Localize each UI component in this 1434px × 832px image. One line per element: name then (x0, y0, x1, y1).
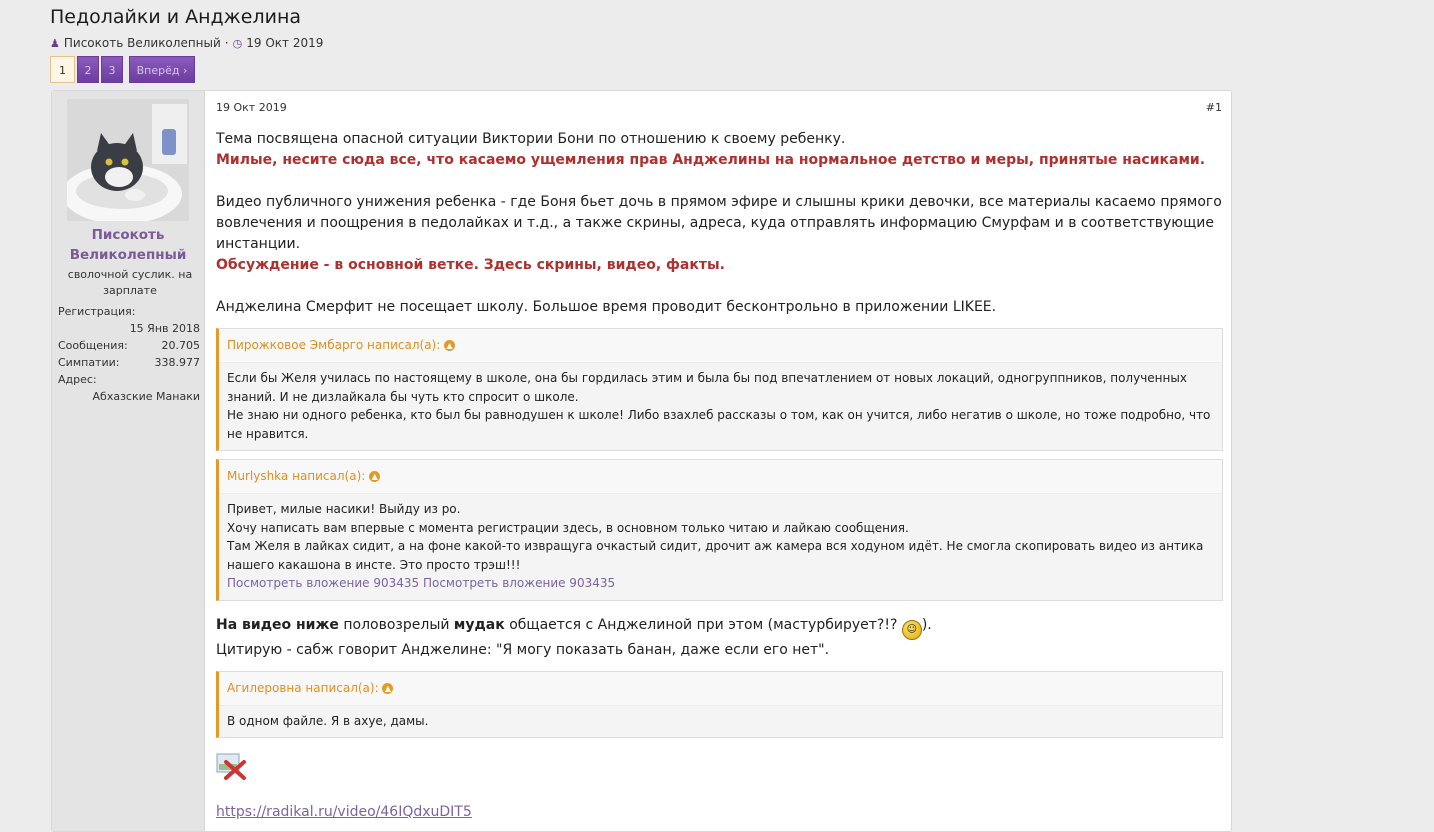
addr-value: Абхазские Манаки (92, 390, 200, 403)
cat-avatar-image (67, 99, 189, 221)
likes-row: Симпатии: 338.977 (58, 354, 200, 371)
post-date[interactable]: 19 Окт 2019 (216, 101, 287, 114)
meta-separator: · (224, 36, 229, 50)
user-title: сволочной суслик. на зарплате (67, 268, 193, 297)
quote-3-body: В одном файле. Я в ахуе, дамы. (219, 706, 1222, 738)
p4-bold-1: На видео ниже (216, 616, 339, 633)
thread-title: Педолайки и Анджелина (50, 6, 302, 28)
p4-text-3: ). (921, 616, 932, 633)
arrow-up-icon[interactable]: ▲ (382, 682, 394, 694)
page-1-button[interactable]: 1 (50, 56, 75, 83)
quote-3-line-1: В одном файле. Я в ахуе, дамы. (227, 713, 429, 728)
quote-1-header[interactable]: Пирожковое Эмбарго написал(а): ▲ (219, 329, 1222, 363)
username[interactable]: Писокоть Великолепный (52, 225, 204, 265)
post-paragraph-1-red: Милые, несите сюда все, что касаемо ущем… (216, 152, 1206, 168)
quote-1-body: Если бы Желя училась по настоящему в шко… (219, 363, 1222, 450)
post-body: Тема посвящена опасной ситуации Виктории… (216, 129, 1224, 823)
post-paragraph-5: Цитирую - сабж говорит Анджелине: "Я мог… (216, 641, 830, 658)
quote-1-author: Пирожковое Эмбарго написал(а): (227, 338, 441, 352)
smiley-icon: ☺ (901, 619, 922, 640)
quote-3-author: Агилеровна написал(а): (227, 680, 379, 695)
avatar[interactable] (67, 99, 189, 221)
quote-1-line-1: Если бы Желя училась по настоящему в шко… (227, 371, 1187, 404)
post-paragraph-1: Тема посвящена опасной ситуации Виктории… (216, 131, 846, 147)
user-icon: ♟ (50, 36, 60, 50)
post: Писокоть Великолепный сволочной суслик. … (51, 90, 1232, 832)
reg-value: 15 Янв 2018 (129, 322, 200, 335)
post-number[interactable]: #1 (1206, 101, 1222, 114)
next-page-button[interactable]: Вперёд › (129, 56, 195, 83)
quote-block-2: Murlyshka написал(а): ▲ Привет, милые на… (216, 459, 1223, 601)
post-paragraph-2: Видео публичного унижения ребенка - где … (216, 194, 1222, 252)
pagination: 1 2 3 Вперёд › (50, 56, 195, 83)
attachment-link[interactable]: Посмотреть вложение 903435 Посмотреть вл… (227, 574, 1214, 593)
page-2-button[interactable]: 2 (77, 56, 99, 83)
quote-3-header[interactable]: Агилеровна написал(а): ▲ (219, 671, 1222, 706)
quote-1-line-2: Не знаю ни одного ребенка, кто был бы ра… (227, 408, 1211, 441)
post-paragraph-2-red: Обсуждение - в основной ветке. Здесь скр… (216, 257, 725, 273)
page-3-button[interactable]: 3 (101, 56, 123, 83)
quote-block-1: Пирожковое Эмбарго написал(а): ▲ Если бы… (216, 328, 1223, 451)
addr-label: Адрес: (58, 373, 97, 386)
likes-label: Симпатии: (58, 356, 120, 369)
quote-2-author: Murlyshka написал(а): (227, 469, 366, 483)
thread-meta: ♟ Писокоть Великолепный · ◷ 19 Окт 2019 (50, 36, 323, 50)
p4-text-1: половозрелый (338, 616, 454, 633)
quote-2-body: Привет, милые насики! Выйду из ро. Хочу … (219, 494, 1222, 600)
thread-author-link[interactable]: Писокоть Великолепный (64, 36, 221, 50)
clock-icon: ◷ (232, 36, 243, 50)
user-sidebar: Писокоть Великолепный сволочной суслик. … (52, 91, 205, 831)
likes-value: 338.977 (154, 356, 201, 369)
username-line-1: Писокоть (91, 227, 165, 243)
quote-block-3: Агилеровна написал(а): ▲ В одном файле. … (216, 670, 1223, 738)
arrow-up-icon[interactable]: ▲ (444, 340, 456, 351)
p4-text-2: общается с Анджелиной при этом (мастурби… (504, 616, 902, 633)
post-paragraph-4: На видео ниже половозрелый мудак общаетс… (216, 615, 1224, 640)
p4-bold-2: мудак (453, 616, 505, 633)
quote-2-line-3: Там Желя в лайках сидит, а на фоне какой… (227, 539, 1204, 572)
msgs-row: Сообщения: 20.705 (58, 337, 200, 354)
post-paragraph-3: Анджелина Смерфит не посещает школу. Бол… (216, 299, 997, 315)
quote-2-line-1: Привет, милые насики! Выйду из ро. (227, 502, 461, 516)
quote-2-line-2: Хочу написать вам впервые с момента реги… (227, 520, 909, 535)
thread-date: 19 Окт 2019 (246, 36, 324, 50)
user-stats: Регистрация: 15 Янв 2018 Сообщения: 20.7… (58, 303, 200, 405)
msgs-label: Сообщения: (58, 339, 128, 352)
broken-image-icon[interactable] (216, 752, 246, 780)
username-line-2: Великолепный (69, 247, 187, 263)
video-link[interactable]: https://radikal.ru/video/46IQdxuDIT5 (216, 802, 1224, 823)
msgs-value[interactable]: 20.705 (162, 337, 201, 354)
reg-label: Регистрация: (58, 305, 136, 318)
quote-2-header[interactable]: Murlyshka написал(а): ▲ (219, 460, 1222, 494)
arrow-up-icon[interactable]: ▲ (369, 471, 381, 482)
